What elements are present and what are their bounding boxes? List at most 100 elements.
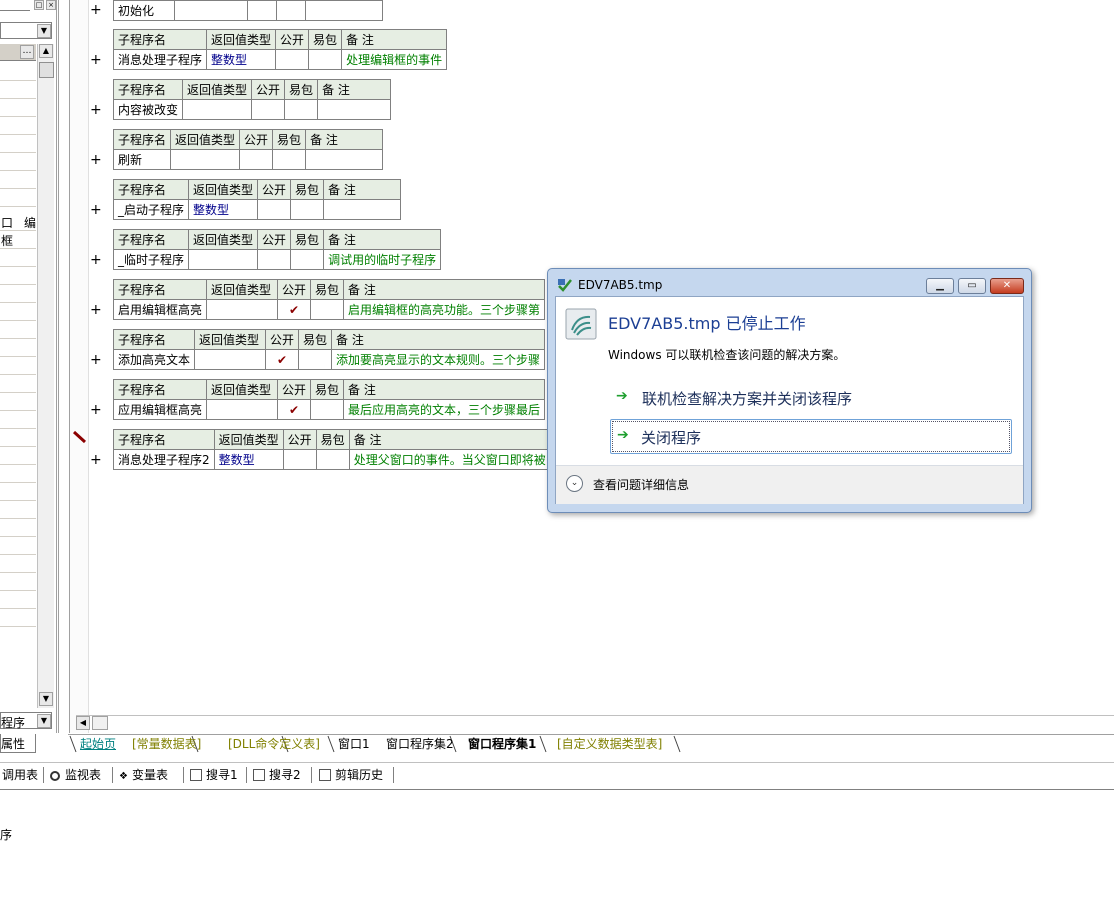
sub-name-cell[interactable]: _启动子程序 [112, 199, 190, 220]
return-type-cell[interactable]: 整数型 [213, 449, 284, 470]
property-row[interactable] [0, 248, 36, 249]
chevron-down-icon[interactable]: ⌄ [566, 475, 583, 492]
property-row[interactable] [0, 230, 36, 231]
easy-cell[interactable] [272, 149, 307, 170]
expand-icon[interactable]: + [90, 152, 102, 168]
expand-icon[interactable]: + [90, 302, 102, 318]
property-row[interactable] [0, 608, 36, 609]
public-check-icon[interactable]: ✔ [277, 399, 312, 420]
note-cell[interactable] [305, 149, 384, 170]
easy-cell[interactable] [276, 0, 306, 21]
property-row[interactable] [0, 116, 36, 117]
sub-name-cell[interactable]: 应用编辑框高亮 [112, 399, 208, 420]
property-row[interactable] [0, 302, 36, 303]
return-type-cell[interactable]: 整数型 [188, 199, 259, 220]
sub-name-cell[interactable]: 消息处理子程序2 [113, 449, 215, 470]
scroll-thumb[interactable] [39, 62, 54, 78]
program-combo[interactable]: 程序 ▼ [0, 712, 52, 730]
property-row[interactable] [0, 356, 36, 357]
property-row[interactable] [0, 152, 36, 153]
tab-custom-type-table[interactable]: [自定义数据类型表] [557, 736, 662, 752]
property-row[interactable] [0, 170, 36, 171]
property-row[interactable] [0, 392, 36, 393]
property-row[interactable] [0, 518, 36, 519]
note-cell[interactable]: 处理父窗口的事件。当父窗口即将被 [348, 449, 551, 470]
maximize-button[interactable]: ▭ [958, 278, 986, 294]
return-type-cell[interactable] [188, 249, 259, 270]
public-check-icon[interactable]: ✔ [265, 349, 300, 370]
expand-icon[interactable]: + [90, 102, 102, 118]
tab-window-assembly2[interactable]: 窗口程序集2 [386, 736, 454, 752]
note-cell[interactable] [305, 0, 383, 21]
easy-cell[interactable] [284, 99, 319, 120]
search2-button[interactable]: 搜寻2 [253, 766, 301, 784]
public-cell[interactable] [257, 199, 292, 220]
sub-name-cell[interactable]: 添加高亮文本 [112, 349, 196, 370]
public-cell[interactable] [251, 99, 286, 120]
public-cell[interactable] [275, 49, 310, 70]
property-scrollbar[interactable]: ▲ ▼ [37, 44, 54, 708]
dropdown-arrow-icon[interactable]: ▼ [37, 714, 51, 728]
sub-name-cell[interactable]: 刷新 [112, 149, 172, 170]
public-cell[interactable] [257, 249, 292, 270]
property-row[interactable] [0, 80, 36, 81]
watch-table-button[interactable]: 监视表 [50, 766, 101, 784]
property-row[interactable] [0, 464, 36, 465]
public-check-icon[interactable]: ✔ [277, 299, 312, 320]
sub-name-cell[interactable]: 启用编辑框高亮 [112, 299, 208, 320]
expand-icon[interactable]: + [90, 352, 102, 368]
tab-constant-table[interactable]: [常量数据表] [132, 736, 201, 752]
tab-window1[interactable]: 窗口1 [338, 736, 370, 752]
sub-name-cell[interactable]: 内容被改变 [112, 99, 184, 120]
easy-cell[interactable] [310, 299, 345, 320]
note-cell[interactable] [323, 199, 402, 220]
property-row[interactable] [0, 374, 36, 375]
expand-icon[interactable]: + [90, 252, 102, 268]
sub-name-cell[interactable]: 消息处理子程序 [112, 49, 208, 70]
details-link[interactable]: 查看问题详细信息 [593, 476, 689, 493]
expand-icon[interactable]: + [90, 202, 102, 218]
property-row[interactable] [0, 188, 36, 189]
property-row[interactable] [0, 482, 36, 483]
sub-name-cell[interactable]: _临时子程序 [112, 249, 190, 270]
property-row[interactable] [0, 98, 36, 99]
tab-dll-command-table[interactable]: [DLL命令定义表] [228, 736, 320, 752]
scroll-left-icon[interactable]: ◀ [76, 716, 90, 730]
search1-button[interactable]: 搜寻1 [190, 766, 238, 784]
scroll-up-icon[interactable]: ▲ [39, 44, 53, 58]
sub-name-cell[interactable]: 初始化 [113, 0, 175, 21]
property-row[interactable] [0, 500, 36, 501]
public-cell[interactable] [239, 149, 274, 170]
note-cell[interactable]: 启用编辑框的高亮功能。三个步骤第 [343, 299, 546, 320]
property-tab[interactable]: 属性 [0, 734, 36, 753]
close-button[interactable]: ✕ [990, 278, 1024, 294]
return-type-cell[interactable] [206, 399, 279, 420]
easy-cell[interactable] [310, 399, 345, 420]
easy-cell[interactable] [315, 449, 350, 470]
expand-icon[interactable]: + [90, 52, 102, 68]
property-row[interactable] [0, 590, 36, 591]
h-scroll-thumb[interactable] [92, 716, 108, 730]
property-row[interactable] [0, 446, 36, 447]
return-type-cell[interactable] [170, 149, 241, 170]
public-cell[interactable] [282, 449, 317, 470]
object-selector-combo[interactable]: ▼ [0, 22, 52, 39]
property-row[interactable] [0, 266, 36, 267]
return-type-cell[interactable] [182, 99, 253, 120]
property-row[interactable] [0, 206, 36, 207]
restore-icon[interactable]: □ [34, 0, 44, 10]
easy-cell[interactable] [298, 349, 333, 370]
dropdown-arrow-icon[interactable]: ▼ [37, 24, 51, 38]
scroll-down-icon[interactable]: ▼ [39, 692, 53, 706]
property-row[interactable] [0, 410, 36, 411]
expand-icon[interactable]: + [90, 452, 102, 468]
return-type-cell[interactable]: 整数型 [206, 49, 277, 70]
close-program-option[interactable]: ➔ 关闭程序 [610, 419, 1012, 454]
property-row[interactable] [0, 428, 36, 429]
call-table-button[interactable]: 调用表 [2, 766, 38, 784]
expand-icon[interactable]: + [90, 2, 102, 18]
note-cell[interactable]: 最后应用高亮的文本，三个步骤最后 [343, 399, 546, 420]
close-icon[interactable]: × [46, 0, 56, 10]
return-type-cell[interactable] [206, 299, 279, 320]
ellipsis-button[interactable]: … [20, 45, 34, 59]
